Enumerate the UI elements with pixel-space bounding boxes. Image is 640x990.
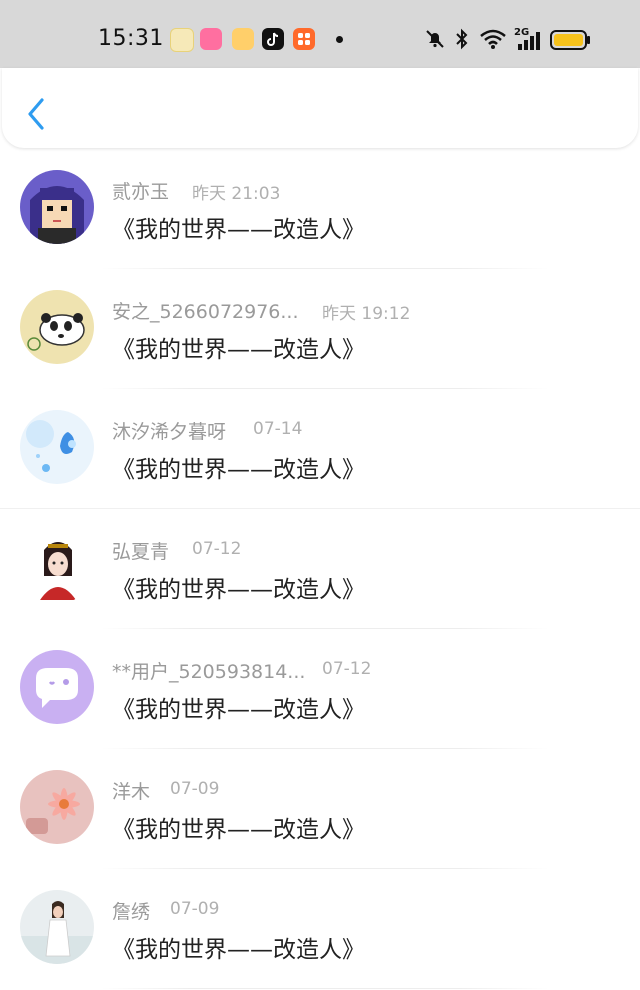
avatar[interactable] [20,530,94,604]
avatar[interactable] [20,290,94,364]
avatar[interactable] [20,890,94,964]
tiktok-icon [262,28,284,50]
user-name[interactable]: 弘夏青 [112,537,169,564]
divider [100,988,550,989]
divider [100,748,550,749]
mute-bell-icon [424,28,446,54]
avatar[interactable] [20,170,94,244]
divider [100,268,550,269]
status-time: 15:31 [98,26,164,51]
more-notifications-dot [336,36,343,43]
divider [100,628,550,629]
avatar[interactable] [20,410,94,484]
user-name[interactable]: **用户_520593814... [112,657,305,684]
app-icon-5 [293,28,315,50]
user-name[interactable]: 洋木 [112,777,150,804]
comment-content: 《我的世界——改造人》 [112,337,365,363]
comment-content: 《我的世界——改造人》 [112,817,365,843]
app-icon-2 [200,28,222,50]
list-item[interactable]: 洋木 07-09 《我的世界——改造人》 [0,750,640,870]
user-name[interactable]: 沐汐浠夕暮呀 [112,417,226,444]
chevron-left-icon [28,98,44,130]
comment-content: 《我的世界——改造人》 [112,217,365,243]
user-name[interactable]: 安之_5266072976... [112,297,299,324]
list-item[interactable]: 詹绣 07-09 《我的世界——改造人》 [0,870,640,990]
header-bar [2,68,638,148]
comment-time: 07-12 [322,659,372,679]
list-item[interactable]: 贰亦玉 昨天 21:03 《我的世界——改造人》 [0,150,640,270]
bluetooth-icon [454,28,470,54]
comment-time: 07-09 [170,779,220,799]
user-name[interactable]: 贰亦玉 [112,177,169,204]
list-item[interactable]: 安之_5266072976... 昨天 19:12 《我的世界——改造人》 [0,270,640,390]
comment-time: 昨天 19:12 [322,304,411,324]
list-item[interactable]: **用户_520593814... 07-12 《我的世界——改造人》 [0,630,640,750]
avatar[interactable] [20,650,94,724]
wifi-icon [479,28,507,54]
comment-content: 《我的世界——改造人》 [112,457,365,483]
avatar[interactable] [20,770,94,844]
comment-content: 《我的世界——改造人》 [112,577,365,603]
divider [100,388,550,389]
battery-icon [550,30,592,54]
status-bar: 15:31 2G [0,0,640,68]
divider [0,508,640,509]
user-name[interactable]: 詹绣 [112,897,150,924]
list-item[interactable]: 沐汐浠夕暮呀 07-14 《我的世界——改造人》 [0,390,640,510]
comment-content: 《我的世界——改造人》 [112,937,365,963]
app-icon-3 [232,28,254,50]
divider [100,868,550,869]
list-item[interactable]: 弘夏青 07-12 《我的世界——改造人》 [0,510,640,630]
comment-time: 昨天 21:03 [192,184,281,204]
back-button[interactable] [24,96,50,132]
app-icon-1 [170,28,194,52]
signal-icon [518,32,544,54]
comment-time: 07-14 [253,419,303,439]
comment-content: 《我的世界——改造人》 [112,697,365,723]
comment-time: 07-09 [170,899,220,919]
comment-time: 07-12 [192,539,242,559]
